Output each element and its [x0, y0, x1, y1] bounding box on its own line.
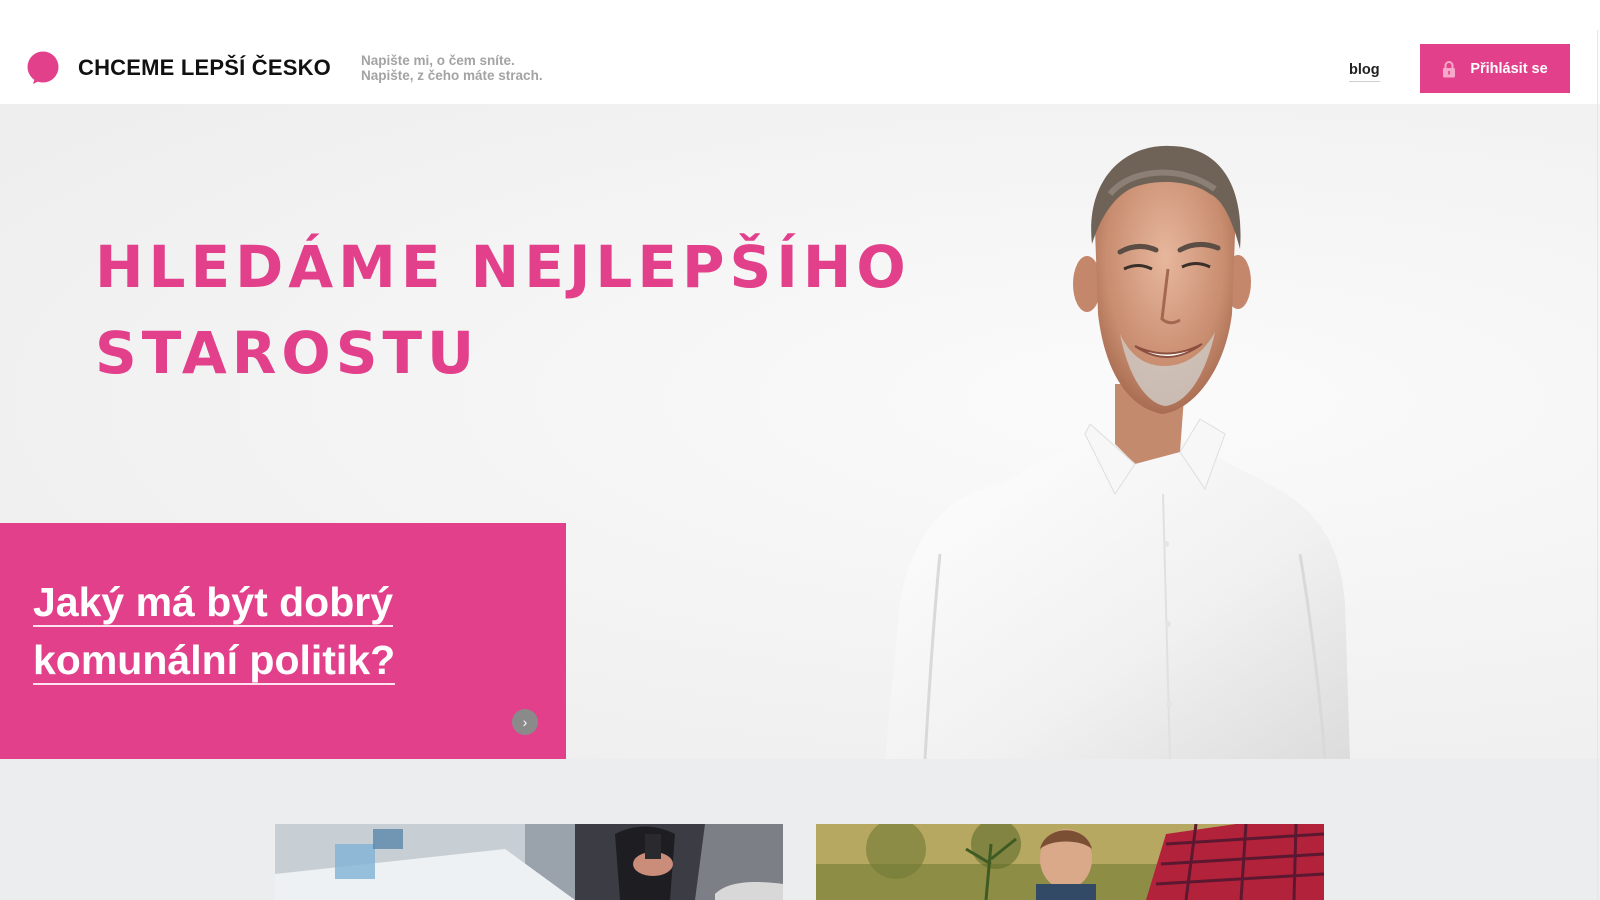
- carousel-next-button[interactable]: ›: [512, 709, 538, 735]
- logo-link[interactable]: CHCEME LEPŠÍ ČESKO: [26, 51, 331, 85]
- speech-bubble-icon: [27, 51, 59, 84]
- hero-title-line-1: HLEDÁME NEJLEPŠÍHO: [95, 233, 911, 301]
- right-edge-divider: [1597, 30, 1598, 900]
- hero-portrait-image: [885, 145, 1350, 759]
- hero-banner: HLEDÁME NEJLEPŠÍHO STAROSTU Jaký má být …: [0, 104, 1600, 759]
- login-button[interactable]: Přihlásit se: [1420, 44, 1570, 93]
- lock-icon: [1443, 60, 1456, 77]
- article-card-2-image[interactable]: [816, 824, 1324, 900]
- article-card-1-image[interactable]: [275, 824, 783, 900]
- login-button-label: Přihlásit se: [1470, 60, 1548, 77]
- tagline-line-1: Napište mi, o čem sníte.: [361, 53, 515, 68]
- teaser-article-link[interactable]: Jaký má být dobrý komunální politik?: [33, 573, 396, 689]
- logo-text: CHCEME LEPŠÍ ČESKO: [78, 55, 331, 80]
- tree-planting-photo: [816, 824, 1324, 900]
- teaser-box: Jaký má být dobrý komunální politik? ›: [0, 523, 566, 759]
- tagline-line-2: Napište, z čeho máte strach.: [361, 68, 543, 83]
- stamp-photo: [275, 824, 783, 900]
- tagline: Napište mi, o čem sníte. Napište, z čeho…: [361, 53, 543, 83]
- teaser-line-1: Jaký má být dobrý: [33, 579, 394, 627]
- teaser-line-2: komunální politik?: [33, 637, 396, 685]
- site-header: CHCEME LEPŠÍ ČESKO Napište mi, o čem sní…: [0, 0, 1600, 104]
- articles-section: [0, 759, 1600, 900]
- chevron-right-icon: ›: [522, 714, 528, 730]
- hero-title-line-2: STAROSTU: [95, 319, 480, 387]
- nav-blog-link[interactable]: blog: [1349, 62, 1380, 82]
- hero-title: HLEDÁME NEJLEPŠÍHO STAROSTU: [95, 224, 911, 396]
